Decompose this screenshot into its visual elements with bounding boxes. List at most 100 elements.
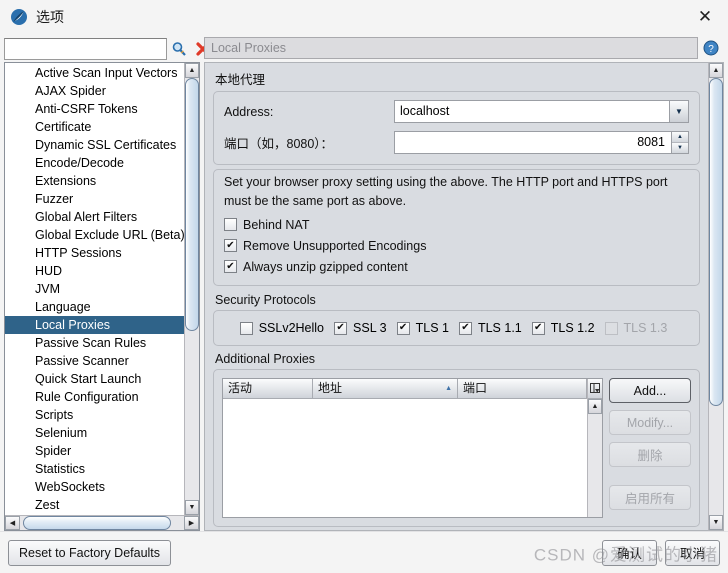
checkbox-icon[interactable]	[604, 321, 618, 335]
port-spinner-buttons[interactable]: ▲ ▼	[671, 132, 688, 153]
checkbox-label: Always unzip gzipped content	[243, 259, 408, 274]
sidebar-item-zest[interactable]: Zest	[5, 496, 184, 514]
sidebar-item-local-proxies[interactable]: Local Proxies	[5, 316, 184, 334]
proxy-checkbox-list: Behind NAT Remove Unsupported Encodings Al…	[224, 214, 689, 277]
scroll-right-icon[interactable]: ▶	[184, 516, 199, 530]
sidebar-item-ajax-spider[interactable]: AJAX Spider	[5, 82, 184, 100]
protocol-checkbox-3[interactable]: TLS 1.1	[458, 321, 522, 335]
spinner-up-icon[interactable]: ▲	[672, 132, 688, 143]
proxies-table-body[interactable]	[223, 399, 587, 517]
protocol-checkbox-0[interactable]: SSLv2Hello	[239, 321, 325, 335]
checkbox-icon[interactable]	[224, 239, 237, 252]
proxy-note-line2: must be the same port as above.	[224, 194, 407, 208]
table-vertical-scrollbar[interactable]: ▲	[587, 379, 602, 517]
sidebar-item-selenium[interactable]: Selenium	[5, 424, 184, 442]
sidebar-item-http-sessions[interactable]: HTTP Sessions	[5, 244, 184, 262]
checkbox-icon[interactable]	[334, 321, 348, 335]
proxy-add-button[interactable]: Add...	[609, 378, 691, 403]
chevron-down-icon[interactable]: ▼	[669, 101, 688, 122]
proxy-checkbox-1[interactable]: Remove Unsupported Encodings	[224, 235, 689, 256]
close-icon[interactable]: ✕	[688, 3, 722, 31]
checkbox-icon[interactable]	[224, 260, 237, 273]
table-column-header[interactable]: 端口	[458, 379, 587, 399]
scroll-down-icon[interactable]: ▼	[185, 500, 199, 515]
sidebar-item-quick-start-launch[interactable]: Quick Start Launch	[5, 370, 184, 388]
checkbox-label: SSLv2Hello	[258, 321, 325, 335]
options-tree-list[interactable]: Active Scan Input Vectors AJAX Spider Anti…	[5, 63, 184, 515]
checkbox-icon[interactable]	[531, 321, 545, 335]
sidebar-horizontal-scrollbar[interactable]: ◀ ▶	[5, 515, 199, 530]
sidebar-item-encode-decode[interactable]: Encode/Decode	[5, 154, 184, 172]
sidebar-item-global-exclude-url-beta[interactable]: Global Exclude URL (Beta)	[5, 226, 184, 244]
spinner-down-icon[interactable]: ▼	[672, 142, 688, 153]
table-scroll-up-icon[interactable]: ▲	[588, 399, 602, 414]
protocol-checkbox-5[interactable]: TLS 1.3	[604, 321, 667, 335]
scroll-up-icon[interactable]: ▲	[185, 63, 199, 78]
panel-scroll-up-icon[interactable]: ▲	[709, 63, 723, 78]
checkbox-icon[interactable]	[239, 321, 253, 335]
reset-to-factory-defaults-button[interactable]: Reset to Factory Defaults	[8, 539, 172, 566]
protocol-checkbox-2[interactable]: TLS 1	[396, 321, 449, 335]
protocol-checkbox-1[interactable]: SSL 3	[334, 321, 387, 335]
proxy-options-group: Set your browser proxy setting using the…	[213, 169, 700, 286]
sidebar-item-websockets[interactable]: WebSockets	[5, 478, 184, 496]
search-icon[interactable]	[167, 37, 191, 61]
proxies-table-main: 活动 地址 ▲ 端口	[223, 379, 587, 517]
sidebar-item-jvm[interactable]: JVM	[5, 280, 184, 298]
sidebar-hscroll-thumb[interactable]	[23, 516, 171, 530]
proxy-checkbox-2[interactable]: Always unzip gzipped content	[224, 256, 689, 277]
dialog-footer: Reset to Factory Defaults 确认 取消 CSDN @爱测…	[0, 531, 728, 573]
proxies-table: 活动 地址 ▲ 端口 ▲	[222, 378, 603, 518]
sidebar-scroll-track[interactable]	[185, 78, 199, 500]
proxies-action-buttons: Add... Modify... 删除 启用所有	[609, 378, 691, 518]
sidebar-item-language[interactable]: Language	[5, 298, 184, 316]
sidebar-hscroll-track[interactable]	[20, 516, 184, 530]
checkbox-icon[interactable]	[224, 218, 237, 231]
sidebar-item-spider[interactable]: Spider	[5, 442, 184, 460]
checkbox-icon[interactable]	[396, 321, 410, 335]
sidebar-item-certificate[interactable]: Certificate	[5, 118, 184, 136]
protocol-checkbox-4[interactable]: TLS 1.2	[531, 321, 595, 335]
help-circle-icon[interactable]: ?	[698, 40, 724, 56]
panel-scroll-track[interactable]	[709, 78, 723, 515]
sidebar-scroll-thumb[interactable]	[185, 78, 199, 332]
zap-logo-icon	[10, 8, 28, 26]
confirm-button[interactable]: 确认	[601, 539, 657, 566]
checkbox-label: Behind NAT	[243, 217, 310, 232]
sidebar-item-hud[interactable]: HUD	[5, 262, 184, 280]
proxy-enable-all-button: 启用所有	[609, 485, 691, 510]
options-dialog: 选项 ✕ Active Scan Input Vectors AJAX Spid…	[0, 0, 728, 573]
column-settings-icon[interactable]	[588, 379, 602, 399]
sidebar-item-rule-configuration[interactable]: Rule Configuration	[5, 388, 184, 406]
sidebar-item-extensions[interactable]: Extensions	[5, 172, 184, 190]
sidebar-item-passive-scanner[interactable]: Passive Scanner	[5, 352, 184, 370]
sidebar-vertical-scrollbar[interactable]: ▲ ▼	[184, 63, 199, 515]
security-protocols-label: Security Protocols	[215, 293, 316, 307]
sidebar-item-dynamic-ssl-certificates[interactable]: Dynamic SSL Certificates	[5, 136, 184, 154]
sidebar-item-fuzzer[interactable]: Fuzzer	[5, 190, 184, 208]
scroll-left-icon[interactable]: ◀	[5, 516, 20, 530]
proxy-note-line1: Set your browser proxy setting using the…	[224, 175, 668, 189]
sidebar-search-row	[4, 36, 210, 62]
sidebar-item-anti-csrf-tokens[interactable]: Anti-CSRF Tokens	[5, 100, 184, 118]
local-proxy-group: Address: localhost ▼ 端口（如，8080）： 8081 ▲ …	[213, 91, 700, 165]
search-input[interactable]	[4, 37, 167, 60]
panel-scroll-down-icon[interactable]: ▼	[709, 515, 723, 530]
table-column-header[interactable]: 活动	[223, 379, 313, 399]
table-scroll-track[interactable]	[588, 414, 602, 517]
panel-header: Local Proxies ?	[204, 36, 724, 60]
sidebar-item-active-scan-input-vectors[interactable]: Active Scan Input Vectors	[5, 64, 184, 82]
sidebar-item-global-alert-filters[interactable]: Global Alert Filters	[5, 208, 184, 226]
port-spinner[interactable]: 8081 ▲ ▼	[394, 131, 689, 154]
address-combo[interactable]: localhost ▼	[394, 100, 689, 123]
sidebar-item-scripts[interactable]: Scripts	[5, 406, 184, 424]
port-value[interactable]: 8081	[395, 132, 671, 153]
sidebar-item-passive-scan-rules[interactable]: Passive Scan Rules	[5, 334, 184, 352]
cancel-button[interactable]: 取消	[664, 539, 720, 566]
checkbox-icon[interactable]	[458, 321, 472, 335]
proxy-checkbox-0[interactable]: Behind NAT	[224, 214, 689, 235]
sidebar-item-statistics[interactable]: Statistics	[5, 460, 184, 478]
table-column-header[interactable]: 地址 ▲	[313, 379, 458, 399]
panel-vertical-scrollbar[interactable]: ▲ ▼	[708, 62, 724, 531]
panel-scroll-thumb[interactable]	[709, 78, 723, 406]
